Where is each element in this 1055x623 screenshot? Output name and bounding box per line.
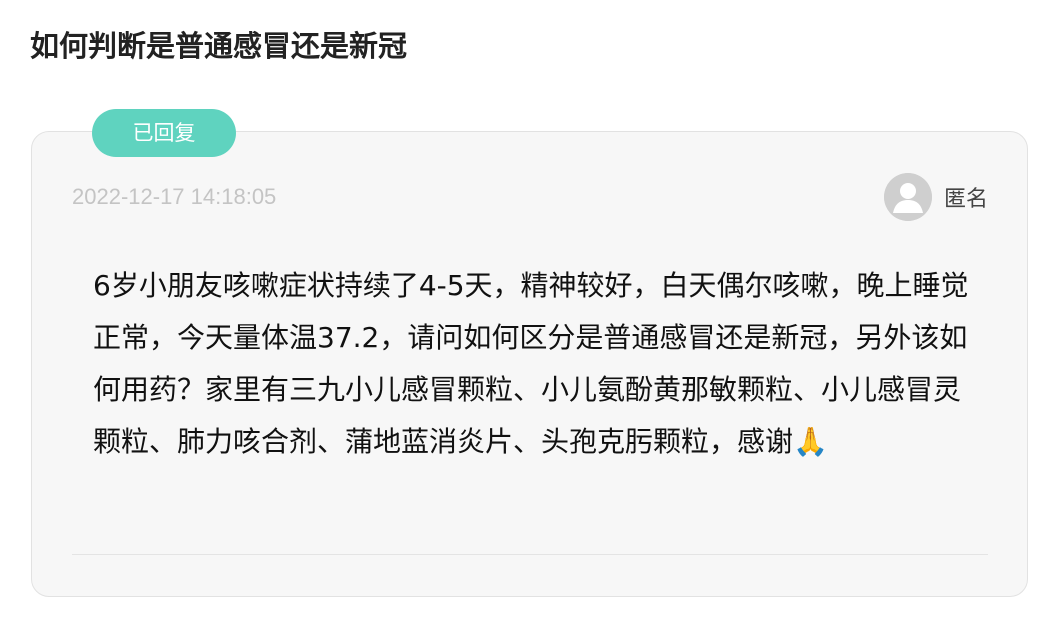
page-title: 如何判断是普通感冒还是新冠 (30, 29, 408, 63)
card-divider (72, 554, 988, 555)
author-name: 匿名 (943, 187, 988, 212)
question-body: 6岁小朋友咳嗽症状持续了4-5天，精神较好，白天偶尔咳嗽，晚上睡觉正常，今天量体… (93, 269, 969, 458)
author-info: 匿名 (883, 172, 988, 222)
question-timestamp: 2022-12-17 14:18:05 (72, 184, 277, 209)
status-badge: 已回复 (92, 109, 236, 157)
default-user-avatar-icon (883, 173, 932, 221)
